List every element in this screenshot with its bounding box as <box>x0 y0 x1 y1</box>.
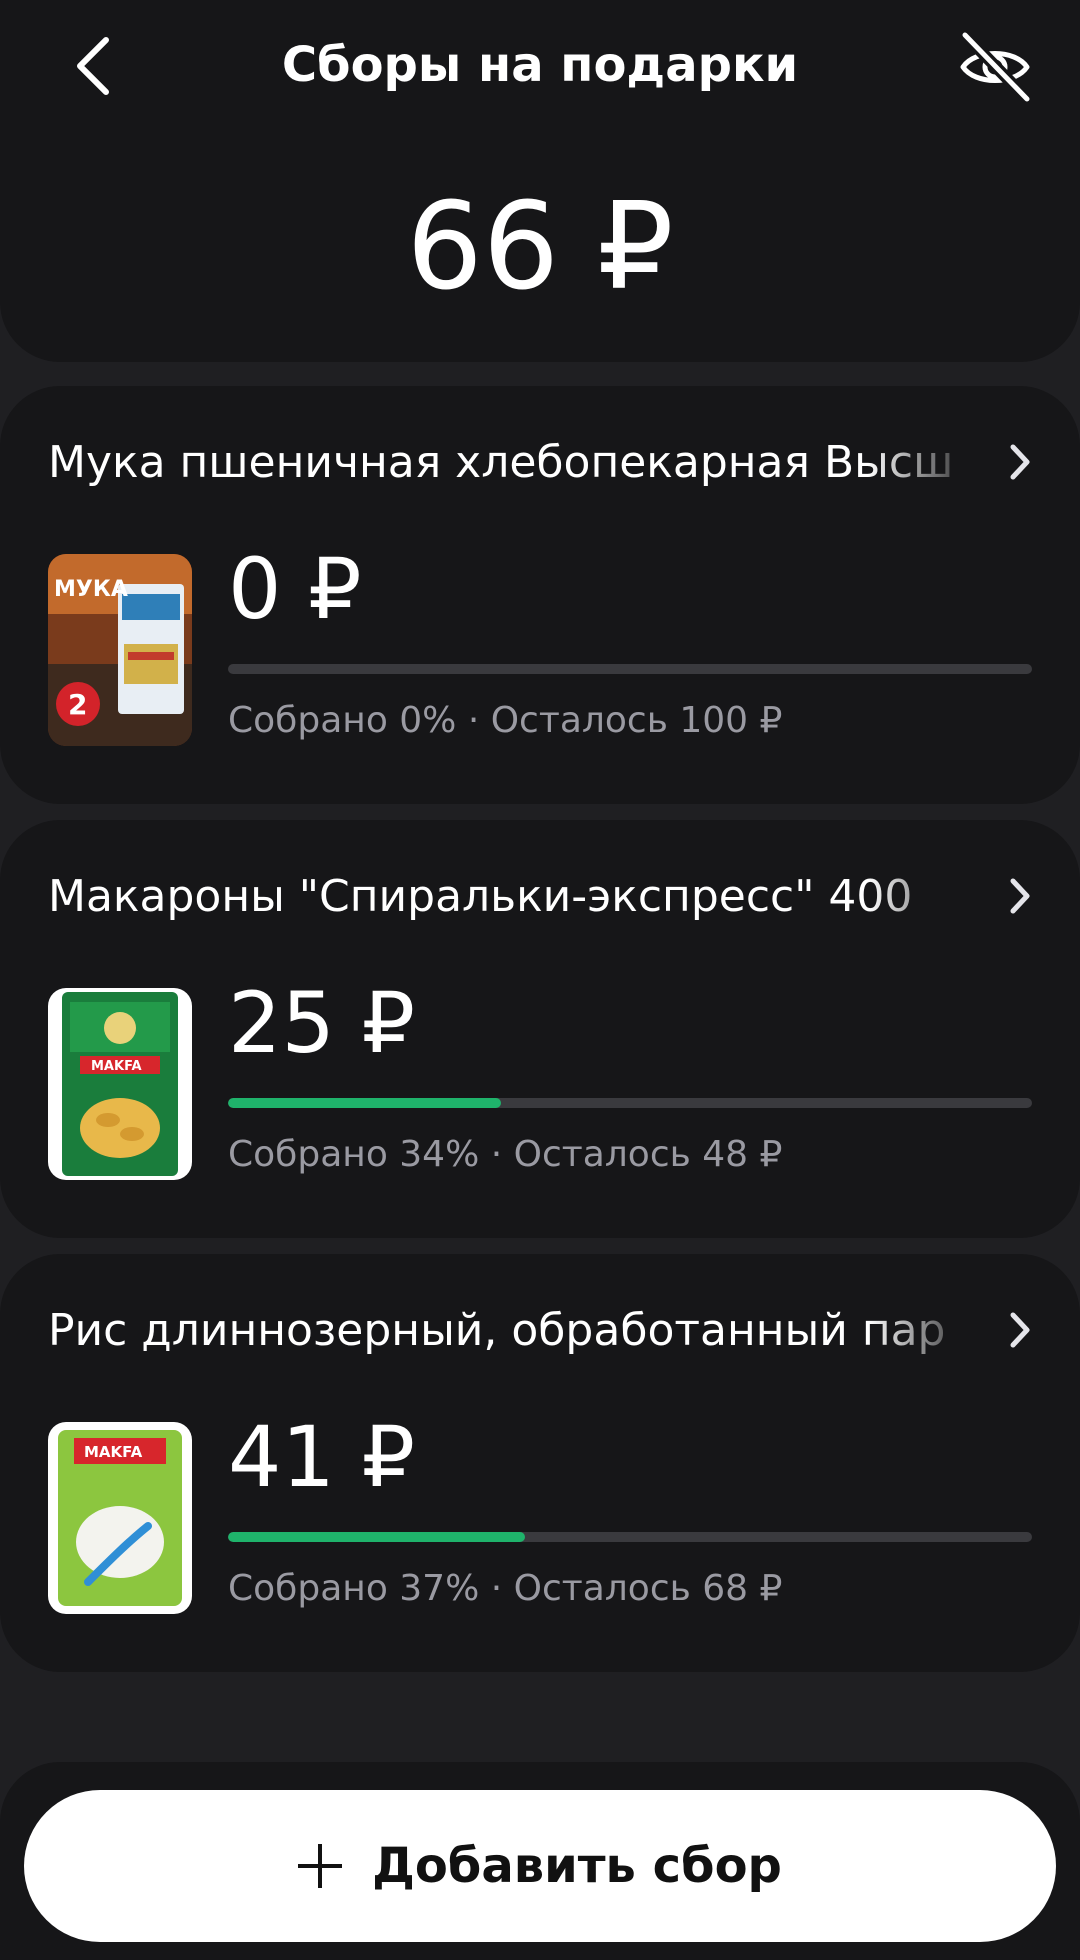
goal-title-row: Макароны "Спиральки-экспресс" 400 <box>48 866 1040 926</box>
goal-card[interactable]: Макароны "Спиральки-экспресс" 400 MAKFA … <box>0 820 1080 1238</box>
progress-fill <box>228 1532 526 1542</box>
product-image-flour: МУКА 2 <box>48 554 192 746</box>
eye-off-icon <box>960 30 1032 104</box>
goal-title-row: Мука пшеничная хлебопекарная Высш <box>48 432 1040 492</box>
goal-card[interactable]: Рис длиннозерный, обработанный пар MAKFA… <box>0 1254 1080 1672</box>
chevron-right-icon <box>1000 1305 1040 1355</box>
progress-bar <box>228 1098 1032 1108</box>
goal-amount: 25 ₽ <box>228 974 416 1072</box>
goal-title: Мука пшеничная хлебопекарная Высш <box>48 436 954 488</box>
goal-amount: 41 ₽ <box>228 1408 416 1506</box>
header-card: Сборы на подарки 66 ₽ <box>0 0 1080 362</box>
goal-amount: 0 ₽ <box>228 540 362 638</box>
product-image-rice: MAKFA <box>48 1422 192 1614</box>
add-goal-button[interactable]: Добавить сбор <box>24 1790 1056 1942</box>
goal-title: Рис длиннозерный, обработанный пар <box>48 1304 946 1356</box>
progress-fill <box>228 1098 502 1108</box>
goal-meta: Собрано 37% · Осталось 68 ₽ <box>228 1568 783 1609</box>
chevron-right-icon <box>1000 871 1040 921</box>
goal-meta: Собрано 0% · Осталось 100 ₽ <box>228 700 783 741</box>
product-logo-text: MAKFA <box>84 1443 143 1461</box>
plus-icon <box>298 1844 343 1888</box>
hide-balance-button[interactable] <box>950 22 1040 112</box>
page-title: Сборы на подарки <box>281 37 799 93</box>
goal-title: Макароны "Спиральки-экспресс" 400 <box>48 870 913 922</box>
chevron-right-icon <box>1000 437 1040 487</box>
product-image-pasta: MAKFA <box>48 988 192 1180</box>
total-amount: 66 ₽ <box>406 178 674 317</box>
goal-title-row: Рис длиннозерный, обработанный пар <box>48 1300 1040 1360</box>
progress-bar <box>228 1532 1032 1542</box>
product-logo-text: MAKFA <box>91 1059 142 1074</box>
product-logo-text: МУКА <box>54 577 128 602</box>
svg-text:2: 2 <box>68 688 87 721</box>
screen: Сборы на подарки 66 ₽ Мука пшеничная хле… <box>0 0 1080 1960</box>
progress-bar <box>228 664 1032 674</box>
goal-meta: Собрано 34% · Осталось 48 ₽ <box>228 1134 783 1175</box>
add-goal-label: Добавить сбор <box>372 1838 782 1894</box>
goal-card[interactable]: Мука пшеничная хлебопекарная Высш МУКА 2… <box>0 386 1080 804</box>
